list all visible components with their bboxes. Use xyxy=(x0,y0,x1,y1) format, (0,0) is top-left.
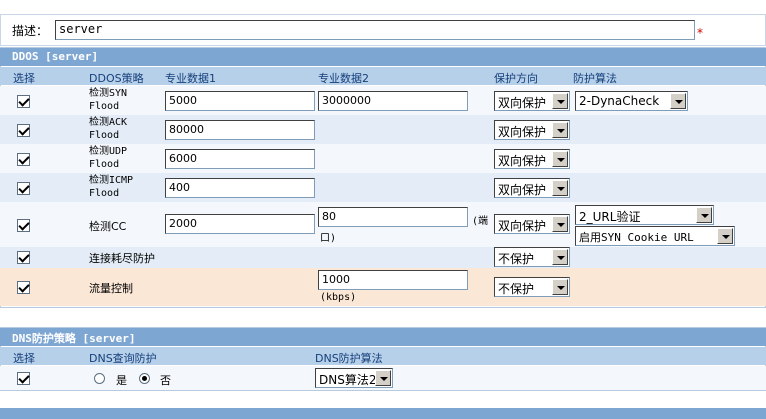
chevron-down-icon xyxy=(717,228,733,244)
data2-unit: (端 xyxy=(472,216,489,227)
select-checkbox[interactable] xyxy=(17,372,30,385)
description-label: 描述： xyxy=(12,24,49,38)
col-query: DNS查询防护 xyxy=(89,352,157,365)
strategy-label: 流量控制 xyxy=(89,282,133,295)
strategy-label: 检测CC xyxy=(89,220,127,233)
chevron-down-icon xyxy=(552,122,568,138)
data2-input[interactable]: 1000 xyxy=(318,270,468,290)
chevron-down-icon xyxy=(375,370,391,386)
col-direction: 保护方向 xyxy=(494,72,538,85)
next-panel-header xyxy=(0,408,766,419)
chevron-down-icon xyxy=(552,249,568,265)
algorithm-select[interactable]: 2-DynaCheck xyxy=(575,91,688,111)
select-checkbox[interactable] xyxy=(17,95,30,108)
strategy-label: 检测ICMP Flood xyxy=(89,175,134,199)
chevron-down-icon xyxy=(670,93,686,109)
direction-select[interactable]: 双向保护 xyxy=(494,178,570,198)
col-select: 选择 xyxy=(13,72,35,85)
dns-query-yes-label: 是 xyxy=(116,374,127,387)
select-checkbox[interactable] xyxy=(17,251,30,264)
chevron-down-icon xyxy=(552,216,568,232)
required-mark: * xyxy=(697,26,703,40)
data2-unit: (kbps) xyxy=(320,292,357,303)
algorithm-option-select[interactable]: 启用SYN Cookie URL xyxy=(575,226,735,246)
select-checkbox[interactable] xyxy=(17,182,30,195)
direction-select[interactable]: 不保护 xyxy=(494,247,570,267)
col-data2: 专业数据2 xyxy=(318,72,369,85)
chevron-down-icon xyxy=(552,180,568,196)
col-dns-algorithm: DNS防护算法 xyxy=(315,352,383,365)
direction-select[interactable]: 双向保护 xyxy=(494,149,570,169)
data2-input[interactable]: 3000000 xyxy=(318,91,468,111)
data2-input[interactable]: 80 xyxy=(318,207,468,227)
direction-select[interactable]: 不保护 xyxy=(494,277,570,297)
select-checkbox[interactable] xyxy=(17,281,30,294)
col-select: 选择 xyxy=(13,352,35,365)
select-checkbox[interactable] xyxy=(17,153,30,166)
col-algorithm: 防护算法 xyxy=(573,72,617,85)
strategy-label: 检测UDP Flood xyxy=(89,146,128,170)
data1-input[interactable]: 400 xyxy=(165,178,315,198)
data1-input[interactable]: 6000 xyxy=(165,149,315,169)
strategy-label: 检测SYN Flood xyxy=(89,88,128,112)
select-checkbox[interactable] xyxy=(17,219,30,232)
chevron-down-icon xyxy=(552,93,568,109)
ddos-panel-title: DDOS [server] xyxy=(0,48,766,66)
chevron-down-icon xyxy=(696,207,712,223)
direction-select[interactable]: 双向保护 xyxy=(494,120,570,140)
data1-input[interactable]: 2000 xyxy=(165,214,315,234)
dns-panel-title: DNS防护策略 [server] xyxy=(0,328,766,346)
ddos-column-header: 选择 DDOS策略 专业数据1 专业数据2 保护方向 防护算法 xyxy=(0,67,766,85)
data1-input[interactable]: 5000 xyxy=(165,91,315,111)
data1-input[interactable]: 80000 xyxy=(165,120,315,140)
dns-algorithm-select[interactable]: DNS算法2 xyxy=(315,368,393,388)
direction-select[interactable]: 双向保护 xyxy=(494,214,570,234)
col-data1: 专业数据1 xyxy=(165,72,216,85)
dns-query-no-radio[interactable] xyxy=(139,373,150,384)
chevron-down-icon xyxy=(552,151,568,167)
algorithm-select[interactable]: 2_URL验证 xyxy=(575,205,714,225)
direction-select[interactable]: 双向保护 xyxy=(494,91,570,111)
col-strategy: DDOS策略 xyxy=(89,72,144,85)
dns-query-yes-radio[interactable] xyxy=(94,373,105,384)
select-checkbox[interactable] xyxy=(17,124,30,137)
dns-query-no-label: 否 xyxy=(160,374,171,387)
strategy-label: 检测ACK Flood xyxy=(89,117,128,141)
dns-column-header: 选择 DNS查询防护 DNS防护算法 xyxy=(0,347,766,365)
description-input[interactable]: server xyxy=(55,20,695,40)
chevron-down-icon xyxy=(552,279,568,295)
data2-unit: 口) xyxy=(320,233,337,244)
strategy-label: 连接耗尽防护 xyxy=(89,252,155,265)
